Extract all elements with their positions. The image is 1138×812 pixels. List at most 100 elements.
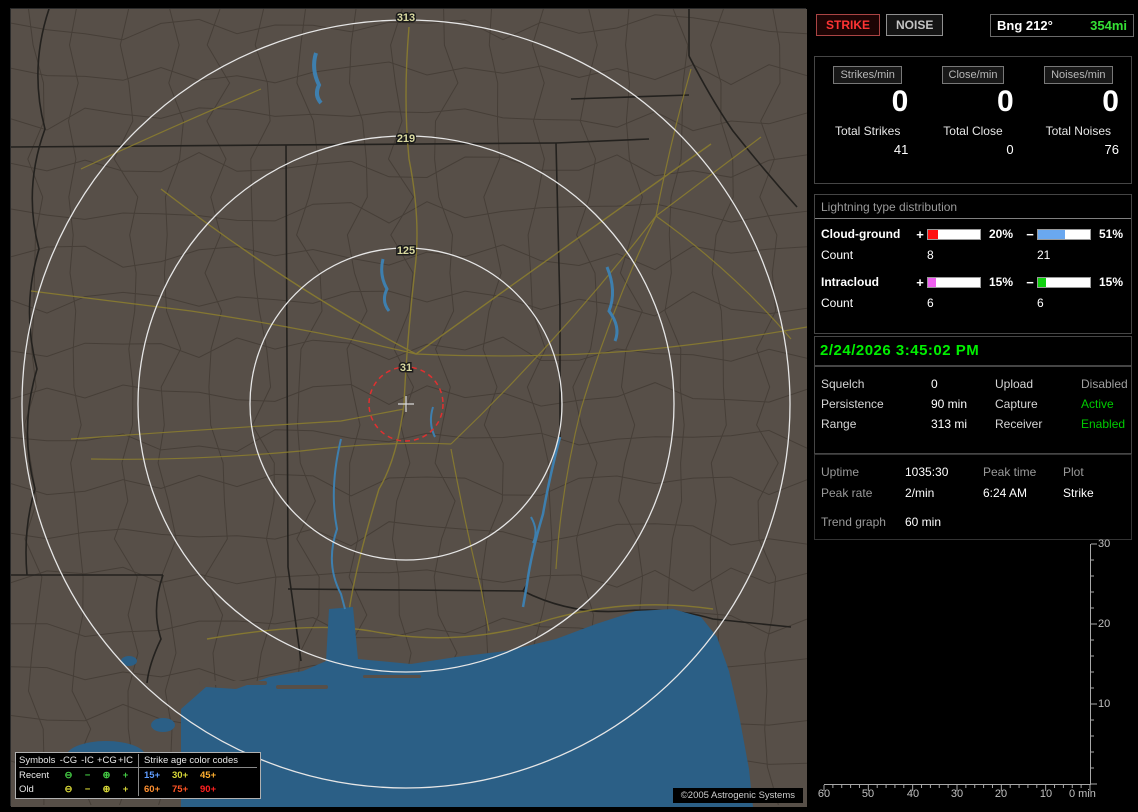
intracloud-count-row: Count 6 6 [815, 293, 1131, 313]
upload-label: Upload [995, 377, 1034, 391]
ring-label-31: 31 [400, 362, 412, 374]
range-label: Range [821, 417, 857, 431]
intracloud-label: Intracloud [821, 275, 880, 289]
trend-x-tick-40: 40 [906, 788, 920, 800]
total-strikes-value: 41 [893, 142, 909, 157]
peak-rate-label: Peak rate [821, 485, 873, 500]
cg-negative-count: 21 [1037, 248, 1051, 262]
legend-col-neg-cg: -CG [59, 755, 78, 766]
persistence-value: 90 min [931, 397, 968, 411]
neg-ic-recent-icon: − [84, 769, 91, 781]
legend-col-pos-ic: +IC [117, 755, 134, 766]
intracloud-row: Intracloud + 15% − 15% [815, 271, 1131, 293]
ic-negative-gauge-fill [1038, 277, 1046, 287]
pos-cg-old-icon: ⊕ [102, 783, 111, 795]
squelch-value: 0 [931, 377, 938, 391]
mode-toolbar: STRIKE NOISE Bng 212° 354mi [816, 12, 1134, 38]
receiver-label: Receiver [995, 417, 1043, 431]
total-strikes-label: Total Strikes [834, 124, 901, 138]
upload-status: Disabled [1081, 377, 1128, 391]
legend-symbols-header: Symbols [19, 755, 56, 766]
ic-negative-count: 6 [1037, 296, 1044, 310]
bearing-distance: 354mi [1090, 17, 1127, 33]
ic-negative-percent: 15% [1099, 275, 1124, 289]
total-close-label: Total Close [943, 124, 1003, 138]
peak-time-value: 6:24 AM [983, 485, 1028, 500]
legend-col-neg-ic: -IC [81, 755, 94, 766]
trend-x-axis-end-label: 0 min [1069, 788, 1096, 800]
total-noises-label: Total Noises [1045, 124, 1111, 138]
trend-x-tick-20: 20 [994, 788, 1008, 800]
ic-positive-gauge-fill [928, 277, 936, 287]
session-stats-panel: Uptime 1035:30 Peak time Plot Peak rate … [814, 454, 1132, 540]
minus-sign: − [1026, 274, 1034, 290]
stats-row-2: Peak rate 2/min 6:24 AM Strike [815, 482, 1131, 503]
trend-graph-value: 60 min [905, 514, 942, 529]
trend-graph: 30 20 10 60 50 40 30 20 10 0 min [817, 538, 1134, 804]
status-sidebar: STRIKE NOISE Bng 212° 354mi Strikes/min … [812, 8, 1134, 806]
range-value: 313 mi [931, 417, 968, 431]
bearing-label: Bng 212° [997, 17, 1053, 33]
squelch-label: Squelch [821, 377, 865, 391]
total-noises-value: 76 [1104, 142, 1119, 157]
capture-status: Active [1081, 397, 1114, 411]
close-counter-column: Close/min 0 Total Close 0 [920, 57, 1025, 183]
capture-label: Capture [995, 397, 1038, 411]
plot-value: Strike [1063, 485, 1094, 500]
receiver-status-panel: Squelch 0 Upload Disabled Persistence 90… [814, 366, 1132, 454]
noise-mode-button[interactable]: NOISE [886, 14, 944, 36]
strike-mode-button[interactable]: STRIKE [816, 14, 881, 36]
strikes-per-min-value: 0 [891, 85, 909, 118]
rate-counters-panel: Strikes/min 0 Total Strikes 41 Close/min… [814, 56, 1132, 184]
trend-y-tick-30: 30 [1098, 538, 1111, 550]
trend-y-tick-10: 10 [1098, 698, 1111, 710]
age-90: 90+ [200, 783, 217, 795]
age-45: 45+ [200, 769, 217, 781]
noises-per-min-label: Noises/min [1044, 66, 1113, 84]
lightning-map[interactable]: 313 219 125 31 Symbols -CG -IC +CG +IC S… [10, 8, 807, 807]
peak-rate-value: 2/min [905, 485, 935, 500]
age-60: 60+ [144, 783, 161, 795]
trend-x-tick-10: 10 [1039, 788, 1053, 800]
age-15: 15+ [144, 769, 161, 781]
ring-label-125: 125 [397, 245, 415, 257]
legend-col-pos-cg: +CG [97, 755, 117, 766]
ring-label-219: 219 [397, 133, 415, 145]
cg-negative-gauge-fill [1038, 229, 1065, 239]
cloud-ground-count-row: Count 8 21 [815, 245, 1131, 265]
trend-graph-label: Trend graph [821, 514, 886, 529]
status-row-squelch: Squelch 0 Upload Disabled [815, 374, 1131, 394]
trend-x-tick-60: 60 [817, 788, 831, 800]
ic-positive-count: 6 [927, 296, 934, 310]
noises-per-min-value: 0 [1102, 85, 1119, 118]
ic-positive-percent: 15% [989, 275, 1014, 289]
ic-positive-gauge [927, 276, 981, 288]
persistence-label: Persistence [821, 397, 884, 411]
legend-header-row: Symbols -CG -IC +CG +IC Strike age color… [19, 754, 257, 768]
minus-sign: − [1026, 226, 1034, 242]
total-close-value: 0 [1006, 142, 1014, 157]
noises-counter-column: Noises/min 0 Total Noises 76 [1026, 57, 1131, 183]
cg-positive-count: 8 [927, 248, 934, 262]
count-label: Count [821, 248, 854, 262]
uptime-value: 1035:30 [905, 464, 949, 479]
trend-y-tick-20: 20 [1098, 618, 1111, 630]
neg-ic-old-icon: − [84, 783, 91, 795]
trend-x-tick-30: 30 [950, 788, 964, 800]
trend-x-tick-50: 50 [861, 788, 875, 800]
neg-cg-recent-icon: ⊖ [64, 769, 73, 781]
map-canvas: 313 219 125 31 [11, 9, 807, 807]
count-label: Count [821, 296, 854, 310]
close-per-min-value: 0 [996, 85, 1014, 118]
ic-negative-gauge [1037, 276, 1091, 288]
plus-sign: + [916, 226, 924, 242]
cg-positive-gauge-fill [928, 229, 939, 239]
pos-cg-recent-icon: ⊕ [102, 769, 111, 781]
trend-graph-axes [823, 543, 1097, 791]
receiver-status: Enabled [1081, 417, 1126, 431]
strikes-per-min-label: Strikes/min [833, 66, 902, 84]
bearing-display: Bng 212° 354mi [990, 13, 1134, 37]
cloud-ground-row: Cloud-ground + 20% − 51% [815, 223, 1131, 245]
neg-cg-old-icon: ⊖ [64, 783, 73, 795]
legend-recent-ages: 15+ 30+ 45+ [138, 768, 257, 782]
